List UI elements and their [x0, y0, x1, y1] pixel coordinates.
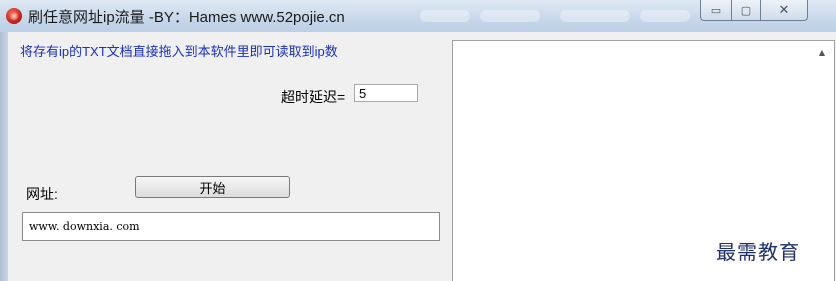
maximize-icon: ▢ [740, 3, 752, 17]
title-bar-reflection [560, 10, 630, 22]
app-window: 刷任意网址ip流量 -BY：Hames www.52pojie.cn ▭ ▢ ✕… [0, 0, 836, 281]
window-frame-left [0, 32, 8, 281]
window-title: 刷任意网址ip流量 -BY：Hames www.52pojie.cn [28, 9, 345, 26]
app-icon [6, 8, 22, 24]
title-bar-reflection [480, 10, 540, 22]
url-label: 网址: [26, 186, 58, 202]
close-button[interactable]: ✕ [760, 0, 808, 21]
title-bar-reflection [420, 10, 470, 22]
timeout-input[interactable]: 5 [354, 84, 418, 102]
close-icon: ✕ [778, 2, 790, 18]
scroll-up-arrow-icon[interactable]: ▲ [814, 44, 830, 60]
minimize-button[interactable]: ▭ [700, 0, 732, 21]
title-bar-reflection [640, 10, 690, 22]
start-button[interactable]: 开始 [135, 176, 290, 198]
timeout-label: 超时延迟= [281, 89, 346, 105]
drag-drop-instruction: 将存有ip的TXT文档直接拖入到本软件里即可读取到ip数 [20, 44, 338, 59]
title-bar[interactable]: 刷任意网址ip流量 -BY：Hames www.52pojie.cn ▭ ▢ ✕ [0, 0, 836, 32]
url-input[interactable]: www. downxia. com [22, 212, 440, 241]
watermark-text: 最需教育 [716, 240, 800, 264]
minimize-icon: ▭ [710, 3, 722, 17]
maximize-button[interactable]: ▢ [731, 0, 761, 21]
